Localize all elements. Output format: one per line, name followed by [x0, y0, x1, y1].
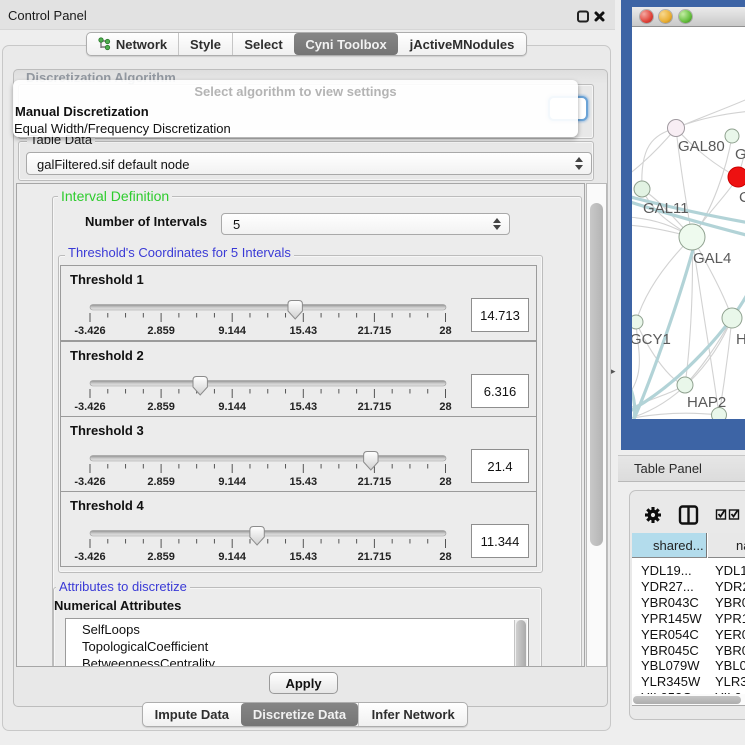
- svg-text:GAL11: GAL11: [643, 200, 689, 217]
- svg-text:21.715: 21.715: [358, 325, 392, 337]
- svg-text:-3.426: -3.426: [74, 476, 105, 488]
- svg-text:GCY1: GCY1: [632, 331, 671, 348]
- svg-text:9.144: 9.144: [218, 551, 246, 563]
- svg-text:-3.426: -3.426: [74, 325, 105, 337]
- svg-text:9.144: 9.144: [218, 401, 246, 413]
- svg-text:15.43: 15.43: [290, 551, 318, 563]
- svg-text:9.144: 9.144: [218, 476, 246, 488]
- svg-text:2.859: 2.859: [147, 551, 175, 563]
- svg-text:2.859: 2.859: [147, 325, 175, 337]
- svg-text:GA: GA: [735, 146, 745, 163]
- svg-text:21.715: 21.715: [358, 551, 392, 563]
- svg-text:-3.426: -3.426: [74, 551, 105, 563]
- svg-text:28: 28: [439, 551, 451, 563]
- svg-text:GAL4: GAL4: [693, 250, 731, 267]
- svg-text:15.43: 15.43: [290, 325, 318, 337]
- svg-text:28: 28: [439, 325, 451, 337]
- svg-text:2.859: 2.859: [147, 476, 175, 488]
- svg-text:-3.426: -3.426: [74, 401, 105, 413]
- svg-text:HAP2: HAP2: [687, 394, 726, 411]
- svg-text:28: 28: [439, 401, 451, 413]
- svg-text:21.715: 21.715: [358, 401, 392, 413]
- svg-text:28: 28: [439, 476, 451, 488]
- svg-text:21.715: 21.715: [358, 476, 392, 488]
- svg-text:2.859: 2.859: [147, 401, 175, 413]
- svg-text:9.144: 9.144: [218, 325, 246, 337]
- svg-text:GAL80: GAL80: [678, 138, 725, 155]
- svg-text:15.43: 15.43: [290, 401, 318, 413]
- svg-text:H: H: [736, 331, 745, 348]
- svg-text:C: C: [739, 189, 745, 206]
- svg-text:15.43: 15.43: [290, 476, 318, 488]
